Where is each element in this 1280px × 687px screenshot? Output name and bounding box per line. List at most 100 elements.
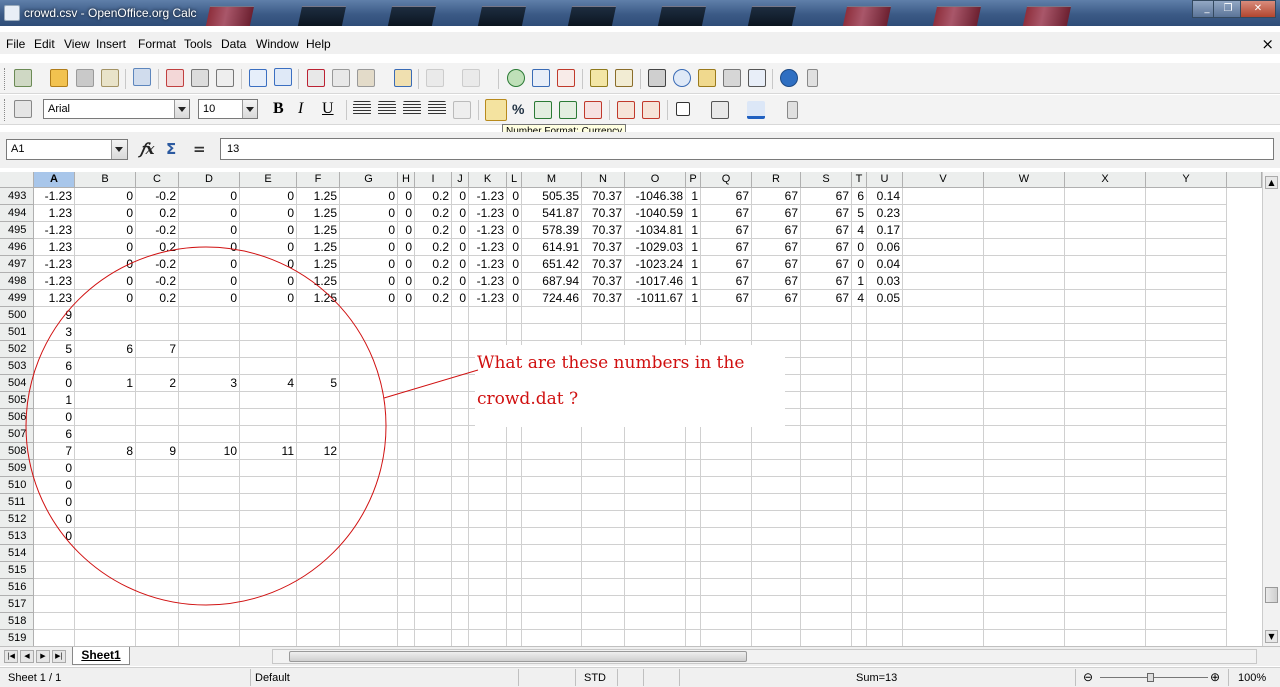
cell[interactable] — [686, 596, 701, 613]
cell[interactable] — [852, 409, 867, 426]
cell[interactable]: 67 — [701, 188, 752, 205]
cell[interactable] — [1146, 477, 1227, 494]
cell[interactable] — [240, 307, 297, 324]
cell[interactable]: 614.91 — [522, 239, 582, 256]
cell[interactable]: 0 — [179, 290, 240, 307]
cell[interactable]: 2 — [136, 375, 179, 392]
email-icon[interactable] — [101, 69, 119, 87]
cell[interactable]: 67 — [801, 239, 852, 256]
cell[interactable]: 67 — [701, 256, 752, 273]
cell[interactable] — [1146, 375, 1227, 392]
cell[interactable] — [1146, 392, 1227, 409]
cell[interactable]: -1.23 — [34, 273, 75, 290]
cell[interactable] — [340, 596, 398, 613]
align-center-icon[interactable] — [378, 101, 396, 115]
cell[interactable]: 0 — [75, 222, 136, 239]
cell[interactable] — [398, 341, 415, 358]
cell[interactable] — [398, 596, 415, 613]
cell[interactable]: 0 — [452, 239, 469, 256]
undo-icon[interactable] — [426, 69, 444, 87]
column-header[interactable]: U — [867, 172, 903, 188]
cell[interactable] — [867, 494, 903, 511]
cell[interactable] — [507, 324, 522, 341]
font-size-combo[interactable]: 10 — [198, 99, 258, 119]
cell[interactable]: 0 — [179, 188, 240, 205]
cell[interactable] — [522, 494, 582, 511]
cell[interactable] — [522, 307, 582, 324]
cell[interactable]: 7 — [34, 443, 75, 460]
cell[interactable] — [452, 562, 469, 579]
zoom-icon[interactable] — [748, 69, 766, 87]
menu-file[interactable]: File — [6, 37, 25, 51]
cell[interactable]: 0 — [240, 222, 297, 239]
cell[interactable]: 0 — [240, 290, 297, 307]
cell[interactable] — [752, 494, 801, 511]
sort-descending-icon[interactable] — [557, 69, 575, 87]
cell[interactable] — [852, 443, 867, 460]
cell[interactable]: -0.2 — [136, 256, 179, 273]
cell[interactable]: 67 — [752, 239, 801, 256]
cell[interactable] — [507, 579, 522, 596]
cell[interactable] — [984, 256, 1065, 273]
cell[interactable] — [452, 375, 469, 392]
cell[interactable] — [340, 477, 398, 494]
cell[interactable] — [179, 630, 240, 646]
cell[interactable] — [1065, 545, 1146, 562]
cell[interactable] — [340, 375, 398, 392]
row-header[interactable]: 493 — [0, 188, 34, 205]
cell[interactable] — [582, 443, 625, 460]
cell[interactable] — [415, 460, 452, 477]
cell[interactable] — [582, 324, 625, 341]
cell[interactable]: 0 — [452, 188, 469, 205]
cell[interactable] — [297, 341, 340, 358]
cell[interactable] — [240, 426, 297, 443]
toolbar-overflow-icon[interactable] — [787, 101, 798, 119]
cell[interactable] — [801, 307, 852, 324]
cell[interactable]: 67 — [752, 205, 801, 222]
cell[interactable] — [240, 596, 297, 613]
cell[interactable]: 0 — [34, 375, 75, 392]
cell[interactable] — [179, 460, 240, 477]
cell[interactable] — [522, 460, 582, 477]
cell[interactable] — [867, 511, 903, 528]
cell[interactable]: 0 — [340, 188, 398, 205]
cell[interactable] — [398, 613, 415, 630]
cell[interactable]: 0 — [340, 290, 398, 307]
cell[interactable] — [867, 477, 903, 494]
cell[interactable]: -1.23 — [469, 290, 507, 307]
cell[interactable]: 70.37 — [582, 205, 625, 222]
cell[interactable]: 10 — [179, 443, 240, 460]
row-header[interactable]: 496 — [0, 239, 34, 256]
cell[interactable]: 0 — [240, 188, 297, 205]
cell[interactable] — [1146, 205, 1227, 222]
cell[interactable] — [752, 426, 801, 443]
cell[interactable] — [867, 613, 903, 630]
cell[interactable]: 4 — [852, 222, 867, 239]
cell[interactable]: -1.23 — [469, 188, 507, 205]
cell[interactable]: 1.25 — [297, 188, 340, 205]
cell[interactable]: 0 — [340, 239, 398, 256]
cell[interactable]: 1.25 — [297, 256, 340, 273]
cell[interactable] — [801, 613, 852, 630]
cell[interactable] — [582, 562, 625, 579]
cell[interactable] — [452, 477, 469, 494]
cell[interactable] — [686, 477, 701, 494]
cell[interactable] — [179, 392, 240, 409]
paste-icon[interactable] — [357, 69, 375, 87]
cell[interactable] — [240, 630, 297, 646]
cell[interactable]: 687.94 — [522, 273, 582, 290]
cell[interactable] — [625, 596, 686, 613]
chevron-down-icon[interactable] — [242, 100, 257, 118]
taskbar-thumbnail[interactable] — [205, 6, 255, 26]
cell[interactable] — [625, 307, 686, 324]
cell[interactable] — [136, 511, 179, 528]
cell[interactable]: 70.37 — [582, 239, 625, 256]
hyperlink-icon[interactable] — [507, 69, 525, 87]
cell[interactable]: 67 — [701, 273, 752, 290]
cell[interactable] — [136, 494, 179, 511]
cell[interactable] — [1146, 460, 1227, 477]
function-wizard-icon[interactable]: 𝑓x — [140, 140, 155, 158]
cell[interactable] — [801, 426, 852, 443]
cell[interactable] — [179, 324, 240, 341]
cell[interactable]: 67 — [701, 290, 752, 307]
